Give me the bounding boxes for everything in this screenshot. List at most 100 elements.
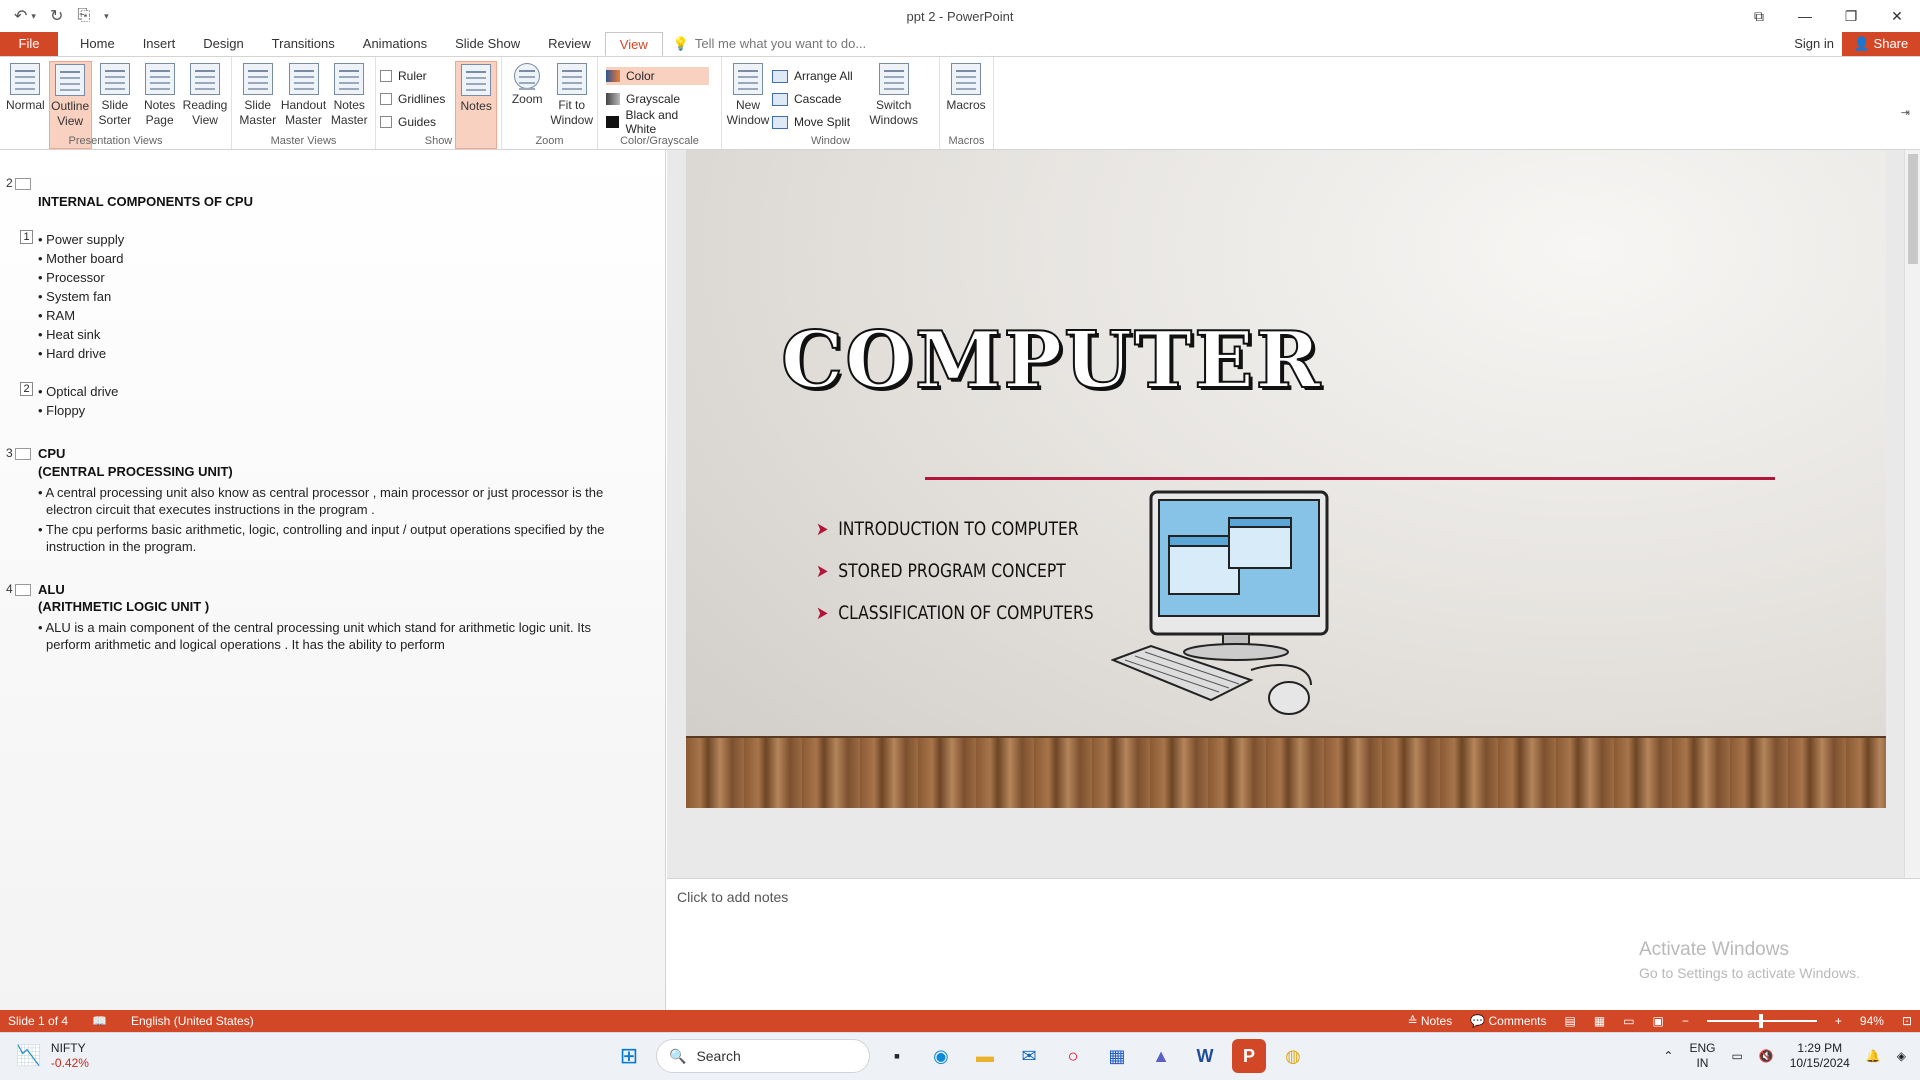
fit-slide-icon[interactable]: ⊡: [1902, 1014, 1912, 1028]
paragraph[interactable]: • The cpu performs basic arithmetic, log…: [38, 521, 638, 555]
file-explorer-icon[interactable]: ▬: [968, 1039, 1002, 1073]
slide-title[interactable]: CPU: [38, 446, 65, 461]
language-indicator[interactable]: English (United States): [131, 1014, 254, 1028]
list-item[interactable]: • Mother board: [38, 251, 123, 266]
word-icon[interactable]: W: [1188, 1039, 1222, 1073]
outline-pane[interactable]: 2 INTERNAL COMPONENTS OF CPU 1 • Power s…: [0, 150, 666, 1010]
slide-master-label: Slide Master: [239, 98, 277, 127]
slide-sorter-icon[interactable]: ▦: [1594, 1014, 1605, 1028]
clock[interactable]: 1:29 PM 10/15/2024: [1790, 1041, 1850, 1071]
list-item[interactable]: • Floppy: [38, 403, 85, 418]
slide-bullet[interactable]: ➤ INTRODUCTION TO COMPUTER: [816, 518, 1079, 540]
system-tray: ⌃ ENG IN ▭ 🔇 1:29 PM 10/15/2024 🔔 ◈: [1663, 1041, 1906, 1071]
computer-illustration[interactable]: [1111, 490, 1331, 730]
chevron-up-icon[interactable]: ⌃: [1663, 1049, 1673, 1063]
slideshow-icon[interactable]: ▣: [1653, 1014, 1664, 1028]
copilot-icon[interactable]: ◈: [1897, 1049, 1906, 1063]
comments-status-button[interactable]: 💬 Comments: [1470, 1014, 1546, 1028]
tab-file[interactable]: File: [0, 32, 58, 56]
list-item[interactable]: • Optical drive: [38, 384, 118, 399]
slide-editor[interactable]: COMPUTER ➤ INTRODUCTION TO COMPUTER ➤ STOR…: [667, 150, 1920, 878]
ruler-checkbox[interactable]: Ruler: [380, 67, 445, 85]
paragraph[interactable]: • ALU is a main component of the central…: [38, 619, 638, 653]
slide-bullet[interactable]: ➤ CLASSIFICATION OF COMPUTERS: [816, 602, 1094, 624]
undo-icon[interactable]: ↶: [14, 6, 27, 26]
windows-start-icon[interactable]: ⊞: [612, 1039, 646, 1073]
zoom-out-icon[interactable]: −: [1682, 1014, 1689, 1028]
task-view-icon[interactable]: ▪: [880, 1039, 914, 1073]
pin-ribbon-icon[interactable]: ⇥: [1901, 106, 1910, 119]
close-icon[interactable]: ✕: [1874, 0, 1920, 32]
scrollbar-thumb[interactable]: [1908, 154, 1918, 264]
start-from-beginning-icon[interactable]: ⎘: [77, 7, 90, 25]
vertical-scrollbar[interactable]: [1904, 150, 1920, 878]
tab-review[interactable]: Review: [534, 32, 605, 56]
color-button[interactable]: Color: [606, 67, 709, 85]
guides-checkbox[interactable]: Guides: [380, 113, 445, 131]
edge-icon[interactable]: ◉: [924, 1039, 958, 1073]
notes-status-button[interactable]: ≙ Notes: [1407, 1014, 1452, 1028]
tell-me-box[interactable]: 💡 Tell me what you want to do...: [673, 32, 866, 56]
notes-pane[interactable]: Click to add notes Activate Windows Go t…: [667, 878, 1920, 1010]
tab-transitions[interactable]: Transitions: [258, 32, 349, 56]
list-item[interactable]: • Power supply: [38, 232, 124, 247]
slide-title[interactable]: ALU: [38, 582, 65, 597]
minimize-icon[interactable]: —: [1782, 0, 1828, 32]
grayscale-swatch-icon: [606, 93, 620, 105]
cascade-button[interactable]: Cascade: [772, 90, 853, 108]
paragraph[interactable]: • A central processing unit also know as…: [38, 484, 638, 518]
ribbon-display-options-icon[interactable]: ⧉: [1736, 0, 1782, 32]
tab-home[interactable]: Home: [66, 32, 129, 56]
outlook-icon[interactable]: ✉: [1012, 1039, 1046, 1073]
powerpoint-icon[interactable]: P: [1232, 1039, 1266, 1073]
stock-widget[interactable]: 📉 NIFTY -0.42%: [16, 1041, 89, 1070]
share-button[interactable]: 👤 Share: [1842, 32, 1920, 56]
black-and-white-button[interactable]: Black and White: [606, 108, 709, 136]
slide-bullet[interactable]: ➤ STORED PROGRAM CONCEPT: [816, 560, 1066, 582]
chrome-icon[interactable]: ◍: [1276, 1039, 1310, 1073]
normal-view-icon[interactable]: ▤: [1565, 1014, 1576, 1028]
zoom-in-icon[interactable]: +: [1835, 1014, 1842, 1028]
slide-title[interactable]: COMPUTER: [780, 314, 1322, 407]
store-icon[interactable]: ▦: [1100, 1039, 1134, 1073]
taskbar-search[interactable]: 🔍 Search: [656, 1039, 870, 1073]
tab-slide-show[interactable]: Slide Show: [441, 32, 534, 56]
list-item[interactable]: • Processor: [38, 270, 105, 285]
slide-counter[interactable]: Slide 1 of 4: [8, 1014, 68, 1028]
gridlines-checkbox[interactable]: Gridlines: [380, 90, 445, 108]
tab-insert[interactable]: Insert: [129, 32, 190, 56]
notes-placeholder[interactable]: Click to add notes: [677, 889, 788, 905]
teams-icon[interactable]: ▲: [1144, 1039, 1178, 1073]
list-item[interactable]: • RAM: [38, 308, 75, 323]
list-item[interactable]: • System fan: [38, 289, 111, 304]
reading-view-icon[interactable]: ▭: [1623, 1014, 1634, 1028]
zoom-slider[interactable]: [1706, 1014, 1817, 1028]
opera-icon[interactable]: ○: [1056, 1039, 1090, 1073]
tab-animations[interactable]: Animations: [349, 32, 441, 56]
restore-icon[interactable]: ❐: [1828, 0, 1874, 32]
zoom-level[interactable]: 94%: [1860, 1014, 1884, 1028]
list-item[interactable]: • Hard drive: [38, 346, 106, 361]
notification-bell-icon[interactable]: 🔔: [1866, 1049, 1881, 1063]
display-icon[interactable]: ▭: [1731, 1049, 1742, 1063]
tab-view[interactable]: View: [604, 32, 663, 56]
slide-icon[interactable]: [15, 448, 31, 460]
volume-muted-icon[interactable]: 🔇: [1759, 1049, 1774, 1063]
list-item[interactable]: • Heat sink: [38, 327, 100, 342]
slide-subtitle[interactable]: (ARITHMETIC LOGIC UNIT ): [38, 599, 209, 614]
slide-icon[interactable]: [15, 178, 31, 190]
slide-title[interactable]: INTERNAL COMPONENTS OF CPU: [38, 194, 253, 209]
tab-design[interactable]: Design: [189, 32, 257, 56]
redo-icon[interactable]: ↻: [50, 6, 63, 26]
slide-icon[interactable]: [15, 584, 31, 596]
move-split-button[interactable]: Move Split: [772, 113, 853, 131]
undo-dropdown-icon[interactable]: ▾: [31, 11, 36, 22]
customize-qat-icon[interactable]: ▾: [104, 11, 109, 22]
arrange-all-button[interactable]: Arrange All: [772, 67, 853, 85]
spell-check-icon[interactable]: 📖: [92, 1014, 107, 1028]
slide-canvas[interactable]: COMPUTER ➤ INTRODUCTION TO COMPUTER ➤ STOR…: [686, 150, 1886, 808]
sign-in-link[interactable]: Sign in: [1794, 32, 1834, 56]
language-switcher[interactable]: ENG IN: [1689, 1041, 1715, 1071]
grayscale-button[interactable]: Grayscale: [606, 90, 709, 108]
slide-subtitle[interactable]: (CENTRAL PROCESSING UNIT): [38, 464, 233, 479]
